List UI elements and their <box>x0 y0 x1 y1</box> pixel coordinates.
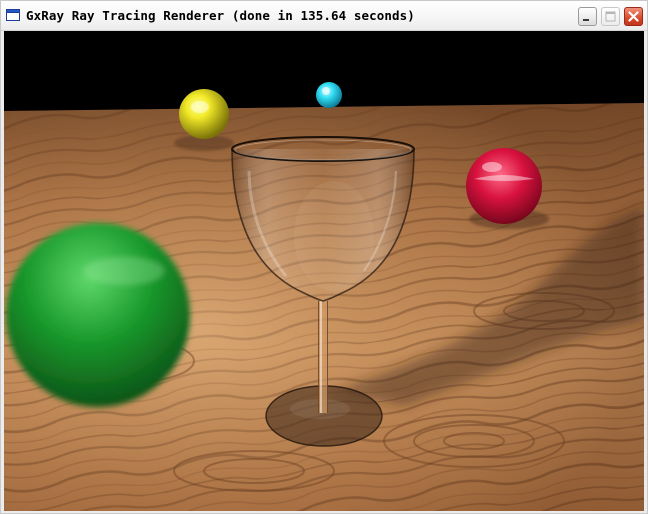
maximize-button[interactable] <box>601 7 620 26</box>
minimize-button[interactable] <box>578 7 597 26</box>
close-button[interactable] <box>624 7 643 26</box>
sphere-cyan <box>316 82 342 108</box>
maximize-icon <box>605 11 616 22</box>
window-title: GxRay Ray Tracing Renderer (done in 135.… <box>26 8 415 23</box>
app-window: GxRay Ray Tracing Renderer (done in 135.… <box>0 0 648 514</box>
title-bar[interactable]: GxRay Ray Tracing Renderer (done in 135.… <box>1 1 647 31</box>
rendered-scene <box>4 31 644 511</box>
app-window-icon[interactable] <box>6 9 20 21</box>
sphere-green <box>6 223 190 407</box>
render-viewport <box>4 31 644 511</box>
close-icon <box>628 11 639 22</box>
minimize-icon <box>583 19 589 21</box>
